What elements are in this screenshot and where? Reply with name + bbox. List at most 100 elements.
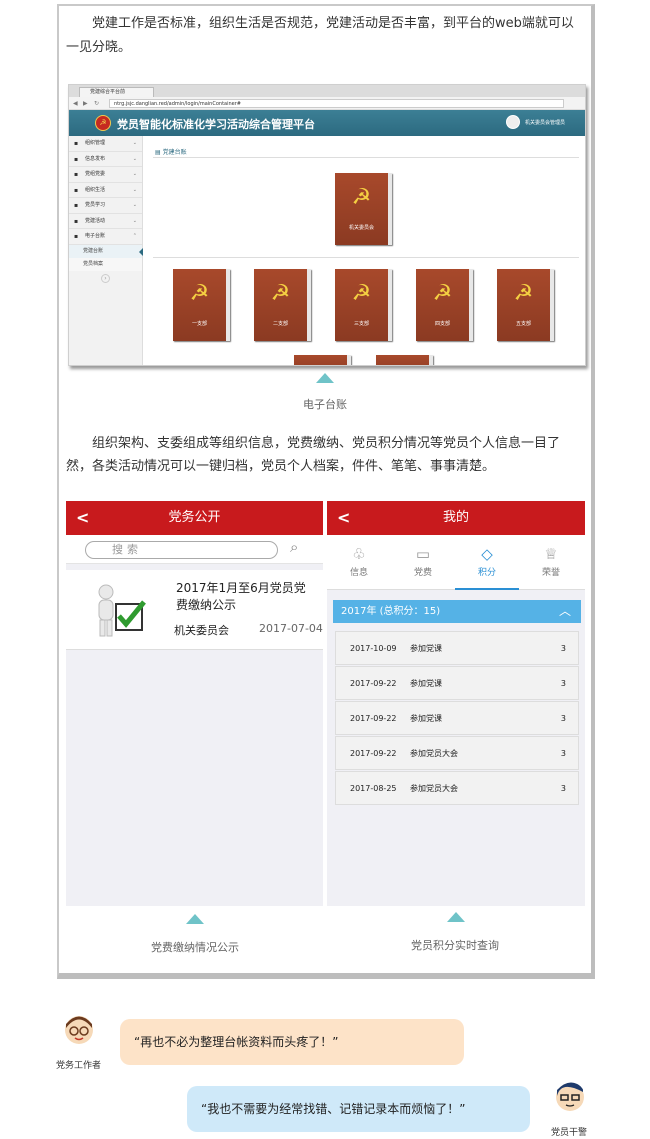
phone-title: 党务公开 [168, 510, 221, 525]
sidebar-sub-ledger[interactable]: 党建台账 [69, 244, 143, 258]
ledger-book[interactable]: ☭ 二支部 [254, 269, 311, 341]
ledger-book-partial[interactable] [294, 355, 351, 365]
app-header: ☭ 党员智能化标准化学习活动综合管理平台 机关委员会管理员 [69, 110, 585, 136]
sidebar-item-org[interactable]: ▪ 组织管理 ⌄ [69, 136, 142, 152]
caption-fee: 党费缴纳情况公示 [151, 941, 239, 954]
sidebar: ▪ 组织管理 ⌄ ▪ 信息发布 ⌄ ▪ 党组党委 ⌄ ▪ 组织生活 ⌄ ▪ 党员学习 ⌄ ▪ 党建活动… [69, 136, 143, 365]
ledger-book[interactable]: ☭ 四支部 [416, 269, 473, 341]
chevron-down-icon: ⌄ [132, 171, 137, 177]
flag-icon: ▪ [74, 186, 79, 194]
people-icon: ▪ [74, 140, 79, 147]
search-row: 搜索 ⌕ [66, 535, 323, 564]
user-menu[interactable]: 机关委员会管理员 [525, 119, 565, 126]
reload-icon[interactable]: ↻ [94, 100, 99, 107]
chevron-down-icon: ⌄ [132, 186, 137, 193]
party-emblem-icon: ☭ [95, 115, 111, 131]
caption-triangle-icon [316, 373, 334, 383]
web-platform-screenshot: 党建综合平台前 ◀ ▶ ↻ ntrg.jsjc.danglian.red/adm… [68, 84, 586, 366]
caption-triangle-icon [447, 912, 465, 922]
hammer-sickle-icon: ☭ [432, 281, 453, 306]
sidebar-item-party[interactable]: ▪ 党组党委 ⌄ [69, 167, 142, 183]
back-icon[interactable]: ◀ [73, 100, 78, 107]
phone-mine: < 我的 ♧ 信息 ▭ 党费 ◇ 积分 ♕ 荣誉 2017年 (总积分：15) ︿ 20… [327, 501, 585, 906]
year-summary-bar[interactable]: 2017年 (总积分：15) ︿ [333, 600, 581, 623]
ledger-book[interactable]: ☭ 五支部 [497, 269, 554, 341]
app-title: 党员智能化标准化学习活动综合管理平台 [117, 118, 315, 131]
hammer-sickle-icon: ☭ [513, 281, 534, 306]
sidebar-item-ledger[interactable]: ▪ 电子台账 ⌃ [69, 229, 142, 245]
sidebar-item-activity[interactable]: ▪ 党建活动 ⌄ [69, 214, 142, 229]
tab-points[interactable]: ◇ 积分 [455, 535, 519, 590]
middle-paragraph: 组织架构、支委组成等组织信息，党费缴纳、党员积分情况等党员个人信息一目了然，各类… [66, 436, 561, 474]
chevron-down-icon: ⌄ [132, 202, 137, 208]
ledger-book[interactable]: ☭ 一支部 [173, 269, 230, 341]
back-chevron-icon[interactable]: < [76, 501, 89, 535]
hammer-sickle-icon: ☭ [189, 281, 210, 306]
chevron-down-icon: ⌄ [132, 155, 137, 162]
ledger-book-top[interactable]: ☭ 机关委员会 [335, 173, 392, 245]
trophy-icon: ♕ [544, 545, 558, 563]
diamond-icon: ◇ [481, 545, 493, 563]
cadre-quote-bubble: “我也不需要为经常找错、记错记录本而烦恼了！” [187, 1086, 530, 1132]
sidebar-item-info[interactable]: ▪ 信息发布 ⌄ [69, 152, 142, 167]
points-record: 2017-10-09 参加党课 3 [335, 631, 579, 665]
sidebar-item-life[interactable]: ▪ 组织生活 ⌄ [69, 183, 142, 198]
points-record: 2017-09-22 参加党课 3 [335, 701, 579, 735]
chevron-up-icon: ⌃ [132, 233, 137, 239]
bell-icon: ▪ [74, 155, 79, 163]
sprout-icon: ♧ [352, 545, 366, 563]
tab-info[interactable]: ♧ 信息 [327, 535, 391, 590]
browser-tab[interactable]: 党建综合平台前 [79, 87, 154, 97]
book-icon: ▪ [74, 233, 79, 240]
points-record: 2017-09-22 参加党员大会 3 [335, 736, 579, 770]
building-icon: ▪ [74, 171, 79, 178]
checklist-figure-icon [98, 584, 146, 637]
phone-party-affairs: < 党务公开 搜索 ⌕ 2017年1月至6月党员党费缴纳公示 机关委员会 201… [66, 501, 323, 906]
group-icon: ▪ [74, 217, 79, 225]
back-chevron-icon[interactable]: < [337, 501, 350, 535]
news-org: 机关委员会 [174, 624, 229, 637]
points-record: 2017-09-22 参加党课 3 [335, 666, 579, 700]
worker-quote-bubble: “再也不必为整理台帐资料而头疼了！” [120, 1019, 464, 1065]
divider [153, 257, 579, 258]
hammer-sickle-icon: ☭ [351, 185, 372, 210]
hammer-sickle-icon: ☭ [270, 281, 291, 306]
chevron-down-icon: ⌄ [132, 140, 137, 146]
search-icon[interactable]: ⌕ [290, 538, 298, 556]
caption-points: 党员积分实时查询 [411, 939, 499, 952]
news-title: 2017年1月至6月党员党费缴纳公示 [176, 581, 306, 612]
divider [153, 157, 579, 158]
forward-icon[interactable]: ▶ [83, 100, 88, 107]
collapse-icon[interactable]: › [101, 273, 110, 283]
hammer-sickle-icon: ☭ [351, 281, 372, 306]
message-icon: ▭ [415, 545, 431, 563]
cadre-avatar [556, 1082, 584, 1111]
tab-honor[interactable]: ♕ 荣誉 [519, 535, 583, 590]
search-input[interactable]: 搜索 [85, 541, 278, 559]
sidebar-item-study[interactable]: ▪ 党员学习 ⌄ [69, 198, 142, 214]
graduation-cap-icon: ▪ [74, 202, 79, 209]
worker-role: 党务工作者 [56, 1061, 102, 1071]
content-title: ▤ 党建台账 [155, 149, 187, 156]
browser-address-bar: ◀ ▶ ↻ ntrg.jsjc.danglian.red/admin/login… [69, 97, 585, 110]
phone-header: < 党务公开 [66, 501, 323, 535]
cadre-role: 党员干警 [551, 1128, 588, 1138]
news-date: 2017-07-04 [259, 622, 323, 635]
mine-tabs: ♧ 信息 ▭ 党费 ◇ 积分 ♕ 荣誉 [327, 535, 585, 590]
chevron-down-icon: ⌄ [132, 217, 137, 224]
ledger-book-partial[interactable] [376, 355, 433, 365]
list-item[interactable]: 2017年1月至6月党员党费缴纳公示 机关委员会 2017-07-04 [66, 570, 323, 650]
chevron-up-icon[interactable]: ︿ [559, 600, 571, 623]
sidebar-sub-archive[interactable]: 党员档案 [69, 257, 142, 271]
worker-avatar [65, 1016, 93, 1044]
user-avatar[interactable] [506, 115, 520, 129]
browser-tabbar: 党建综合平台前 [69, 85, 585, 97]
phone-title: 我的 [442, 510, 469, 525]
points-record: 2017-08-25 参加党员大会 3 [335, 771, 579, 805]
url-field[interactable]: ntrg.jsjc.danglian.red/admin/login/mainC… [109, 99, 564, 108]
ledger-book[interactable]: ☭ 三支部 [335, 269, 392, 341]
caption-ledger: 电子台账 [303, 398, 347, 411]
intro-paragraph: 党建工作是否标准，组织生活是否规范，党建活动是否丰富，到平台的web端就可以一见… [66, 16, 574, 55]
phone-header: < 我的 [327, 501, 585, 535]
tab-fee[interactable]: ▭ 党费 [391, 535, 455, 590]
